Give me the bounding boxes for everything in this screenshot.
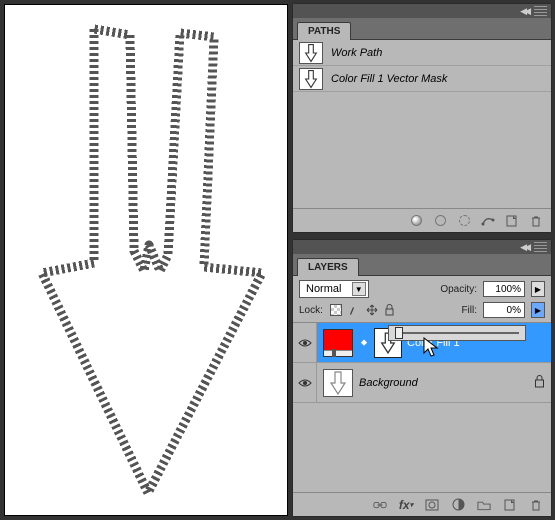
layer-row[interactable]: Background xyxy=(293,363,551,403)
paths-panel: ◀◀ PATHS Work Path Color Fill 1 Vector M… xyxy=(292,3,552,233)
opacity-flyout-icon[interactable]: ▶ xyxy=(531,281,545,297)
lock-position-icon[interactable] xyxy=(365,303,379,317)
layer-thumbnail[interactable] xyxy=(323,369,353,397)
slider-handle[interactable] xyxy=(395,327,403,339)
panel-menu-icon[interactable] xyxy=(534,242,547,252)
stroke-path-icon[interactable] xyxy=(433,214,447,228)
link-layers-icon[interactable] xyxy=(373,498,387,512)
tab-layers[interactable]: LAYERS xyxy=(297,258,359,276)
new-layer-icon[interactable] xyxy=(503,498,517,512)
opacity-label: Opacity: xyxy=(440,284,477,295)
adjustment-layer-icon[interactable] xyxy=(451,498,465,512)
lock-transparency-icon[interactable] xyxy=(329,303,343,317)
paths-list: Work Path Color Fill 1 Vector Mask xyxy=(293,40,551,208)
add-mask-icon[interactable] xyxy=(425,498,439,512)
layers-panel: ◀◀ LAYERS Normal ▼ Opacity: 100% ▶ Lock: xyxy=(292,239,552,517)
path-item[interactable]: Color Fill 1 Vector Mask xyxy=(293,66,551,92)
lock-icon xyxy=(534,375,545,391)
delete-layer-icon[interactable] xyxy=(529,498,543,512)
layers-list: ⬥ Color Fill 1 xyxy=(293,323,551,492)
visibility-eye-icon[interactable] xyxy=(298,378,312,388)
fill-label: Fill: xyxy=(461,305,477,316)
fill-flyout-icon[interactable]: ▶ xyxy=(531,302,545,318)
layer-style-icon[interactable]: fx▾ xyxy=(399,498,413,512)
panel-collapse-icon[interactable]: ◀◀ xyxy=(520,6,528,17)
lock-label: Lock: xyxy=(299,305,323,316)
make-work-path-icon[interactable] xyxy=(481,214,495,228)
chevron-down-icon: ▼ xyxy=(352,282,366,296)
path-thumbnail xyxy=(299,42,323,64)
tab-paths[interactable]: PATHS xyxy=(297,22,351,40)
path-label: Work Path xyxy=(331,47,382,59)
group-icon[interactable] xyxy=(477,498,491,512)
visibility-eye-icon[interactable] xyxy=(298,338,312,348)
layer-row[interactable]: ⬥ Color Fill 1 xyxy=(293,323,551,363)
path-label: Color Fill 1 Vector Mask xyxy=(331,73,447,85)
fill-slider-popup[interactable] xyxy=(388,325,526,341)
layer-name: Background xyxy=(359,377,418,389)
selection-from-path-icon[interactable] xyxy=(457,214,471,228)
blend-mode-value: Normal xyxy=(306,283,341,295)
blend-mode-select[interactable]: Normal ▼ xyxy=(299,280,369,298)
new-path-icon[interactable] xyxy=(505,214,519,228)
lock-all-icon[interactable] xyxy=(383,303,397,317)
opacity-value[interactable]: 100% xyxy=(483,281,525,297)
link-icon[interactable]: ⬥ xyxy=(359,338,369,348)
fill-color-thumbnail[interactable] xyxy=(323,329,353,357)
path-thumbnail xyxy=(299,68,323,90)
delete-path-icon[interactable] xyxy=(529,214,543,228)
fill-path-icon[interactable] xyxy=(409,214,423,228)
panel-menu-icon[interactable] xyxy=(534,6,547,16)
path-item[interactable]: Work Path xyxy=(293,40,551,66)
lock-pixels-icon[interactable] xyxy=(347,303,361,317)
fill-value[interactable]: 0% xyxy=(483,302,525,318)
document-canvas[interactable] xyxy=(4,4,288,516)
arrow-shape-preview xyxy=(5,5,287,515)
panel-collapse-icon[interactable]: ◀◀ xyxy=(520,242,528,253)
